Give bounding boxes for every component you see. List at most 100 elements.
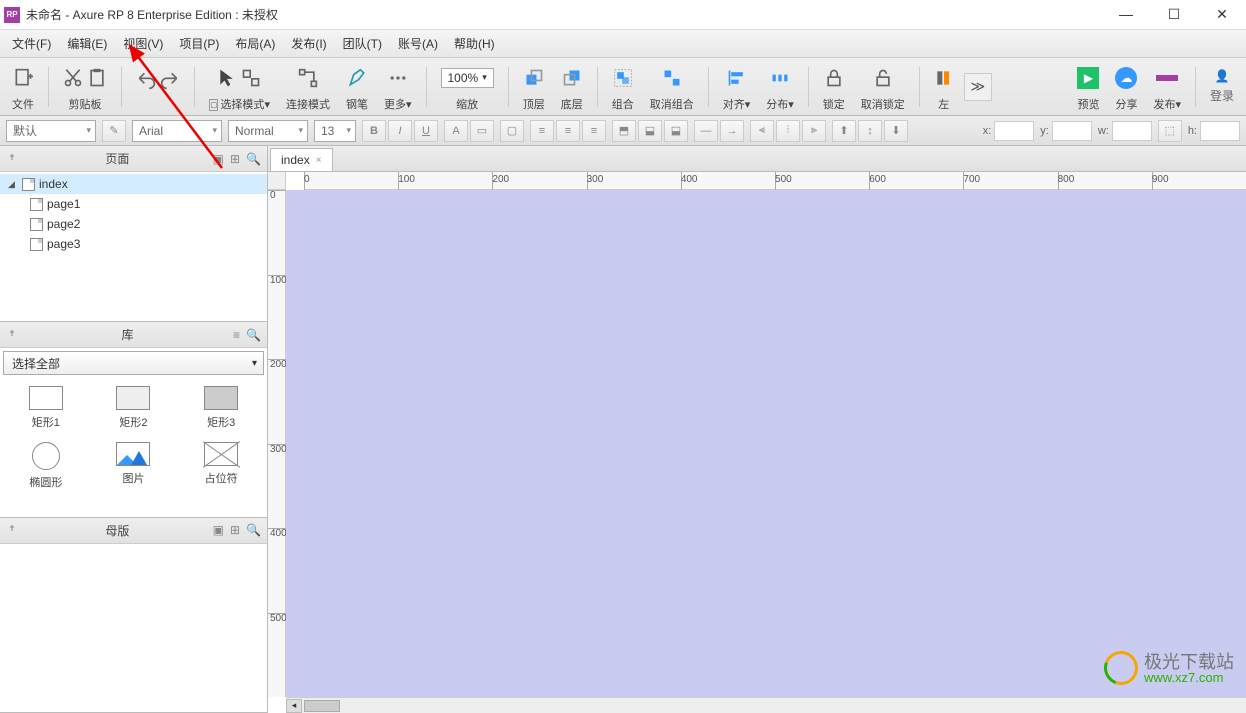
scroll-left-icon[interactable]: ◂ — [286, 699, 302, 713]
page-page1[interactable]: page1 — [0, 194, 267, 214]
menu-publish[interactable]: 发布(I) — [283, 31, 334, 56]
halign-center[interactable]: ⫶ — [776, 120, 800, 142]
tool-more[interactable]: 更多▾ — [378, 58, 418, 115]
new-file-icon — [13, 68, 33, 88]
close-tab-icon[interactable]: × — [316, 155, 322, 166]
tool-front[interactable]: 顶层 — [517, 58, 551, 115]
tool-lock[interactable]: 锁定 — [817, 58, 851, 115]
menu-view[interactable]: 视图(V) — [115, 31, 171, 56]
menu-edit[interactable]: 编辑(E) — [59, 31, 115, 56]
tool-ungroup[interactable]: 取消组合 — [644, 58, 700, 115]
widget-rect1[interactable]: 矩形1 — [4, 382, 88, 434]
widget-placeholder[interactable]: 占位符 — [179, 438, 263, 494]
undo-icon — [136, 70, 156, 90]
menu-account[interactable]: 账号(A) — [390, 31, 446, 56]
eyedropper-icon[interactable]: ✎ — [102, 120, 126, 142]
pin-icon[interactable] — [6, 524, 18, 536]
weight-combo[interactable]: Normal — [228, 120, 308, 142]
w-input[interactable] — [1112, 121, 1152, 141]
x-input[interactable] — [994, 121, 1034, 141]
add-master-icon[interactable]: ⊞ — [230, 523, 240, 537]
tool-publish-btn[interactable]: 发布▾ — [1147, 58, 1187, 115]
italic-button[interactable]: I — [388, 120, 412, 142]
add-folder-icon[interactable]: ▣ — [213, 152, 224, 166]
style-combo[interactable]: 默认 — [6, 120, 96, 142]
minimize-button[interactable]: — — [1114, 6, 1138, 23]
widget-image[interactable]: 图片 — [92, 438, 176, 494]
text-color-button[interactable]: A — [444, 120, 468, 142]
pin-icon[interactable] — [6, 153, 18, 165]
font-combo[interactable]: Arial — [132, 120, 222, 142]
lock-aspect-icon[interactable]: ⬚ — [1158, 120, 1182, 142]
tool-file[interactable]: 文件 — [6, 58, 40, 115]
canvas[interactable] — [286, 190, 1246, 697]
align-left-text[interactable]: ≡ — [530, 120, 554, 142]
align-right-text[interactable]: ≡ — [582, 120, 606, 142]
valign-middle[interactable]: ⬓ — [638, 120, 662, 142]
menu-help[interactable]: 帮助(H) — [446, 31, 503, 56]
tab-index[interactable]: index × — [270, 148, 333, 171]
line-style-button[interactable]: — — [694, 120, 718, 142]
halign-left[interactable]: ⫷ — [750, 120, 774, 142]
align-center-text[interactable]: ≡ — [556, 120, 580, 142]
page-index[interactable]: ◢ index — [0, 174, 267, 194]
tool-distribute[interactable]: 分布▾ — [760, 58, 800, 115]
page-page3[interactable]: page3 — [0, 234, 267, 254]
tool-left-align[interactable]: 左 — [928, 58, 960, 115]
y-input[interactable] — [1052, 121, 1092, 141]
tool-group-btn[interactable]: 组合 — [606, 58, 640, 115]
tool-unlock[interactable]: 取消锁定 — [855, 58, 911, 115]
page-page2[interactable]: page2 — [0, 214, 267, 234]
tool-share[interactable]: ☁ 分享 — [1109, 58, 1143, 115]
search-icon[interactable]: 🔍 — [246, 328, 261, 342]
search-icon[interactable]: 🔍 — [246, 152, 261, 166]
widget-ellipse[interactable]: 椭圆形 — [4, 438, 88, 494]
zoom-combo[interactable]: 100%▾ — [441, 68, 494, 88]
valign2-top[interactable]: ⬆ — [832, 120, 856, 142]
widget-rect2[interactable]: 矩形2 — [92, 382, 176, 434]
maximize-button[interactable]: ☐ — [1162, 6, 1186, 23]
halign-right[interactable]: ⫸ — [802, 120, 826, 142]
tool-zoom[interactable]: 100%▾ 缩放 — [435, 58, 500, 115]
collapse-icon[interactable]: ◢ — [8, 179, 18, 190]
tool-back[interactable]: 底层 — [555, 58, 589, 115]
menu-team[interactable]: 团队(T) — [335, 31, 390, 56]
bold-button[interactable]: B — [362, 120, 386, 142]
align-left-icon — [934, 68, 954, 88]
widget-rect3[interactable]: 矩形3 — [179, 382, 263, 434]
arrow-style-button[interactable]: → — [720, 120, 744, 142]
tool-pen[interactable]: 钢笔 — [340, 58, 374, 115]
library-select[interactable]: 选择全部 — [3, 351, 264, 375]
add-page-icon[interactable]: ⊞ — [230, 152, 240, 166]
h-input[interactable] — [1200, 121, 1240, 141]
valign-top[interactable]: ⬒ — [612, 120, 636, 142]
valign2-mid[interactable]: ↕ — [858, 120, 882, 142]
lock-icon — [824, 68, 844, 88]
toolbar-overflow[interactable]: ≫ — [964, 73, 992, 101]
menu-project[interactable]: 项目(P) — [171, 31, 227, 56]
library-panel: 库 ≡ 🔍 选择全部 矩形1 矩形2 矩形3 椭圆形 图片 占位符 — [0, 322, 267, 518]
close-button[interactable]: ✕ — [1210, 6, 1234, 23]
list-view-icon[interactable]: ≡ — [233, 328, 240, 342]
menu-layout[interactable]: 布局(A) — [227, 31, 283, 56]
tool-undo-redo[interactable] — [130, 58, 186, 115]
login-button[interactable]: 👤登录 — [1204, 58, 1240, 115]
menu-file[interactable]: 文件(F) — [4, 31, 59, 56]
scroll-thumb[interactable] — [304, 700, 340, 712]
pin-icon[interactable] — [6, 329, 18, 341]
tool-connect-mode[interactable]: 连接模式 — [280, 58, 336, 115]
valign2-bot[interactable]: ⬇ — [884, 120, 908, 142]
tool-select-mode[interactable]: □选择模式▾ — [203, 58, 276, 115]
border-button[interactable]: ▢ — [500, 120, 524, 142]
valign-bottom[interactable]: ⬓ — [664, 120, 688, 142]
add-folder-icon[interactable]: ▣ — [213, 523, 224, 537]
fill-color-button[interactable]: ▭ — [470, 120, 494, 142]
horizontal-scrollbar[interactable]: ◂ — [286, 697, 1246, 713]
underline-button[interactable]: U — [414, 120, 438, 142]
size-combo[interactable]: 13 — [314, 120, 356, 142]
publish-icon — [1156, 75, 1178, 81]
tool-preview[interactable]: ▶ 预览 — [1071, 58, 1105, 115]
tool-clipboard[interactable]: 剪贴板 — [57, 58, 113, 115]
tool-align[interactable]: 对齐▾ — [717, 58, 757, 115]
search-icon[interactable]: 🔍 — [246, 523, 261, 537]
